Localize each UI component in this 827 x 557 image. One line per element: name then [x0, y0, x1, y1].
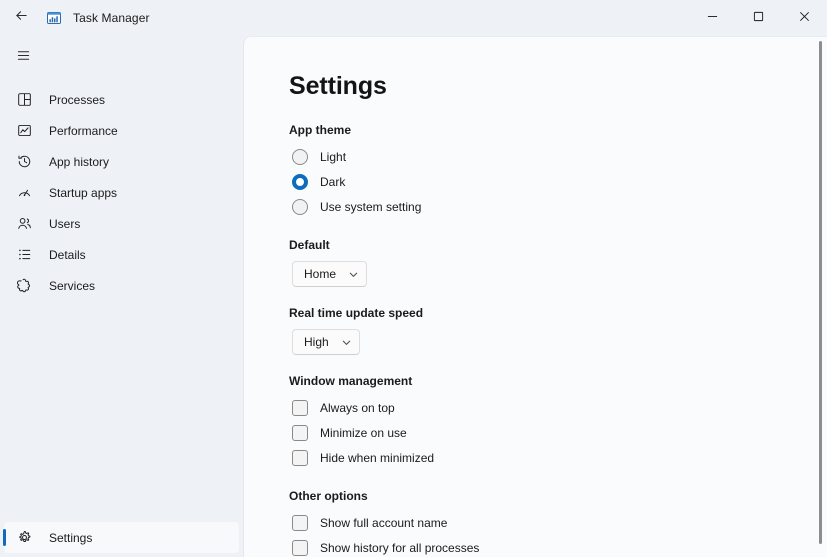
chevron-down-icon — [341, 337, 352, 348]
sidebar-item-settings[interactable]: Settings — [3, 522, 239, 553]
settings-panel: Settings App theme Light Dark Use system… — [243, 36, 827, 557]
navigation-sidebar: Processes Performance App history Startu… — [0, 36, 243, 557]
default-dropdown[interactable]: Home — [292, 261, 368, 287]
back-button[interactable] — [4, 3, 38, 33]
sidebar-item-label: Processes — [49, 92, 106, 107]
checkbox-always-on-top[interactable]: Always on top — [289, 396, 395, 420]
radio-label: Dark — [320, 175, 346, 189]
app-history-icon — [14, 152, 34, 172]
services-icon — [14, 276, 34, 296]
hamburger-menu-button[interactable] — [4, 40, 42, 76]
settings-content: Settings App theme Light Dark Use system… — [244, 37, 827, 557]
radio-use-system-setting[interactable]: Use system setting — [289, 195, 421, 219]
other-options-heading: Other options — [289, 489, 368, 503]
radio-label: Use system setting — [320, 200, 422, 214]
back-arrow-icon — [14, 8, 29, 28]
checkbox-box[interactable] — [292, 540, 308, 556]
content-wrapper: Settings App theme Light Dark Use system… — [243, 36, 827, 557]
details-icon — [14, 245, 34, 265]
checkbox-show-history-for-all-processes[interactable]: Show history for all processes — [289, 536, 479, 557]
window-management-group: Window management Always on top Minimize… — [289, 374, 827, 470]
update-speed-group: Real time update speed High — [289, 306, 827, 355]
chevron-down-icon — [348, 269, 359, 280]
checkbox-label: Show history for all processes — [320, 541, 480, 555]
hamburger-menu-icon — [16, 48, 31, 68]
sidebar-item-label: Users — [49, 216, 81, 231]
vertical-scrollbar[interactable] — [817, 41, 824, 554]
checkbox-hide-when-minimized[interactable]: Hide when minimized — [289, 446, 434, 470]
sidebar-footer: Settings — [0, 522, 243, 557]
radio-label: Light — [320, 150, 347, 164]
radio-button-dark[interactable] — [292, 174, 308, 190]
minimize-button[interactable] — [689, 0, 735, 36]
gear-icon — [14, 528, 34, 548]
checkbox-label: Show full account name — [320, 516, 448, 530]
default-group: Default Home — [289, 238, 827, 287]
sidebar-item-app-history[interactable]: App history — [4, 146, 239, 177]
startup-apps-icon — [14, 183, 34, 203]
close-icon — [799, 9, 810, 27]
app-title: Task Manager — [73, 11, 150, 25]
default-dropdown-value: Home — [304, 267, 337, 281]
sidebar-item-startup-apps[interactable]: Startup apps — [4, 177, 239, 208]
default-heading: Default — [289, 238, 330, 252]
sidebar-item-users[interactable]: Users — [4, 208, 239, 239]
checkbox-box[interactable] — [292, 425, 308, 441]
close-button[interactable] — [781, 0, 827, 36]
window-body: Processes Performance App history Startu… — [0, 36, 827, 557]
maximize-button[interactable] — [735, 0, 781, 36]
sidebar-item-performance[interactable]: Performance — [4, 115, 239, 146]
sidebar-item-label: Settings — [49, 530, 93, 545]
radio-button-use-system-setting[interactable] — [292, 199, 308, 215]
checkbox-box[interactable] — [292, 515, 308, 531]
window-controls — [689, 0, 827, 36]
checkbox-label: Hide when minimized — [320, 451, 435, 465]
sidebar-item-label: Performance — [49, 123, 118, 138]
users-icon — [14, 214, 34, 234]
scrollbar-thumb[interactable] — [819, 41, 822, 544]
maximize-icon — [753, 9, 764, 27]
other-options-group: Other options Show full account name Sho… — [289, 489, 827, 557]
radio-light[interactable]: Light — [289, 145, 346, 169]
sidebar-item-label: Services — [49, 278, 96, 293]
checkbox-box[interactable] — [292, 450, 308, 466]
app-theme-heading: App theme — [289, 123, 352, 137]
sidebar-item-processes[interactable]: Processes — [4, 84, 239, 115]
sidebar-item-details[interactable]: Details — [4, 239, 239, 270]
minimize-icon — [707, 9, 718, 27]
sidebar-item-label: Startup apps — [49, 185, 118, 200]
checkbox-box[interactable] — [292, 400, 308, 416]
checkbox-label: Minimize on use — [320, 426, 407, 440]
sidebar-item-label: App history — [49, 154, 110, 169]
sidebar-nav-list: Processes Performance App history Startu… — [0, 84, 243, 301]
processes-icon — [14, 90, 34, 110]
sidebar-item-services[interactable]: Services — [4, 270, 239, 301]
checkbox-label: Always on top — [320, 401, 395, 415]
title-bar: Task Manager — [0, 0, 827, 36]
sidebar-item-label: Details — [49, 247, 86, 262]
performance-icon — [14, 121, 34, 141]
window-management-heading: Window management — [289, 374, 413, 388]
app-theme-group: App theme Light Dark Use system setting — [289, 123, 827, 219]
page-title: Settings — [289, 72, 387, 100]
update-speed-heading: Real time update speed — [289, 306, 424, 320]
task-manager-icon — [45, 10, 62, 27]
checkbox-minimize-on-use[interactable]: Minimize on use — [289, 421, 407, 445]
update-speed-dropdown[interactable]: High — [292, 329, 360, 355]
checkbox-show-full-account-name[interactable]: Show full account name — [289, 511, 447, 535]
radio-dark[interactable]: Dark — [289, 170, 345, 194]
task-manager-window: Task Manager Processes Performance App h… — [0, 0, 827, 557]
radio-button-light[interactable] — [292, 149, 308, 165]
update-speed-dropdown-value: High — [304, 335, 329, 349]
